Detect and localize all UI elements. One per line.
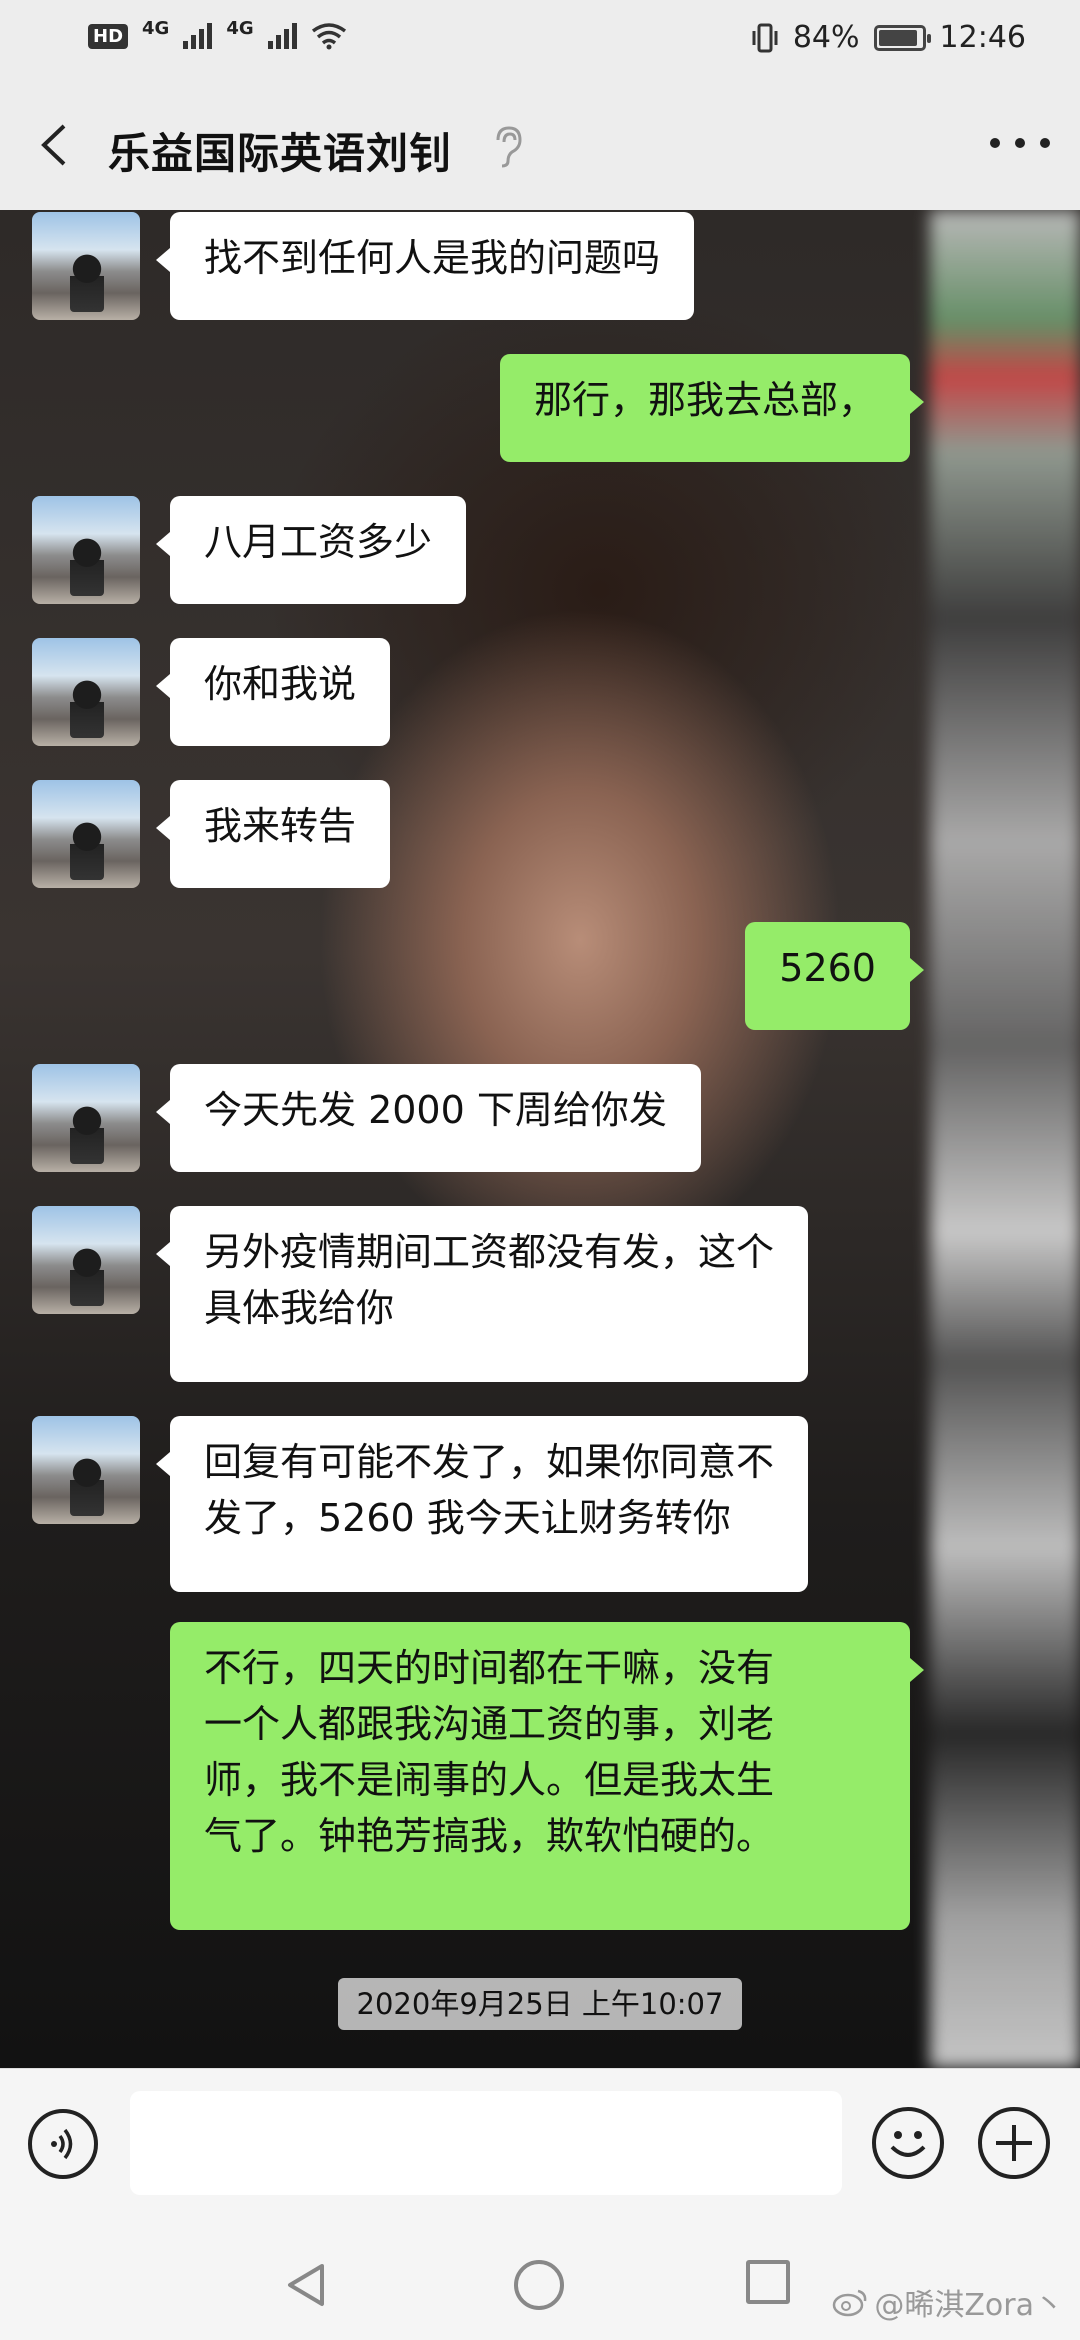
nav-back-icon[interactable] — [282, 2260, 332, 2310]
message-bubble-received[interactable]: 今天先发 2000 下周给你发 — [156, 1064, 701, 1172]
message-bubble-received[interactable]: 八月工资多少 — [155, 496, 467, 604]
signal-icon — [267, 23, 297, 49]
status-right: 84% 12:46 — [751, 20, 1026, 55]
contact-avatar[interactable] — [32, 1064, 140, 1172]
voice-input-icon[interactable] — [28, 2109, 98, 2179]
watermark: @晞淇Zora丶 — [832, 2280, 1064, 2324]
weibo-icon — [833, 2289, 867, 2317]
contact-avatar[interactable] — [32, 780, 140, 888]
contact-avatar[interactable] — [32, 638, 140, 746]
vibrate-icon — [752, 23, 778, 52]
chevron-left-icon[interactable] — [30, 120, 80, 170]
wifi-icon — [311, 23, 346, 50]
message-bubble-received[interactable]: 回复有可能不发了，如果你同意不 发了，5260 我今天让财务转你 — [155, 1416, 809, 1592]
network-type-1: 4G — [142, 17, 170, 39]
network-type-2: 4G — [226, 17, 254, 39]
nav-home-icon[interactable] — [514, 2260, 564, 2310]
nav-recents-icon[interactable] — [746, 2260, 790, 2304]
blurred-region — [930, 210, 1080, 2068]
message-bubble-received[interactable]: 另外疫情期间工资都没有发，这个 具体我给你 — [155, 1206, 809, 1382]
message-bubble-received[interactable]: 你和我说 — [155, 638, 391, 746]
contact-avatar[interactable] — [32, 1206, 140, 1314]
emoji-icon[interactable] — [872, 2107, 944, 2179]
message-bubble-sent[interactable]: 5260 — [745, 922, 924, 1030]
message-timestamp: 2020年9月25日 上午10:07 — [338, 1978, 742, 2030]
clock: 12:46 — [939, 20, 1026, 55]
battery-level-fill — [878, 29, 918, 46]
system-nav-bar: @晞淇Zora丶 — [0, 2228, 1080, 2340]
hd-badge: HD — [88, 23, 129, 49]
signal-icon — [183, 23, 213, 49]
status-bar: HD 4G 4G 84% 12:46 — [0, 0, 1080, 80]
contact-avatar[interactable] — [32, 496, 140, 604]
earpiece-mode-icon — [496, 126, 522, 168]
chat-title: 乐益国际英语刘钊 — [108, 129, 453, 178]
message-bubble-sent[interactable]: 不行，四天的时间都在干嘛，没有 一个人都跟我沟通工资的事，刘老 师，我不是闹事的… — [170, 1622, 924, 1930]
message-bubble-received[interactable]: 我来转告 — [155, 780, 391, 888]
battery-percent: 84% — [792, 20, 860, 55]
contact-avatar[interactable] — [32, 1416, 140, 1524]
status-left: HD 4G 4G — [88, 18, 347, 50]
message-bubble-sent[interactable]: 那行，那我去总部， — [499, 354, 925, 462]
contact-avatar[interactable] — [32, 212, 140, 320]
watermark-text: @晞淇Zora丶 — [874, 2288, 1064, 2323]
chat-header: 乐益国际英语刘钊 — [0, 80, 1080, 210]
message-input[interactable] — [130, 2091, 842, 2195]
chat-area[interactable]: 找不到任何人是我的问题吗 那行，那我去总部， 八月工资多少 你和我说 我来转告 … — [0, 210, 1080, 2068]
plus-circle-icon[interactable] — [978, 2107, 1050, 2179]
message-bubble-received[interactable]: 找不到任何人是我的问题吗 — [155, 212, 695, 320]
more-dots-icon[interactable] — [990, 128, 1050, 158]
input-bar — [0, 2068, 1080, 2229]
battery-icon — [873, 24, 931, 51]
